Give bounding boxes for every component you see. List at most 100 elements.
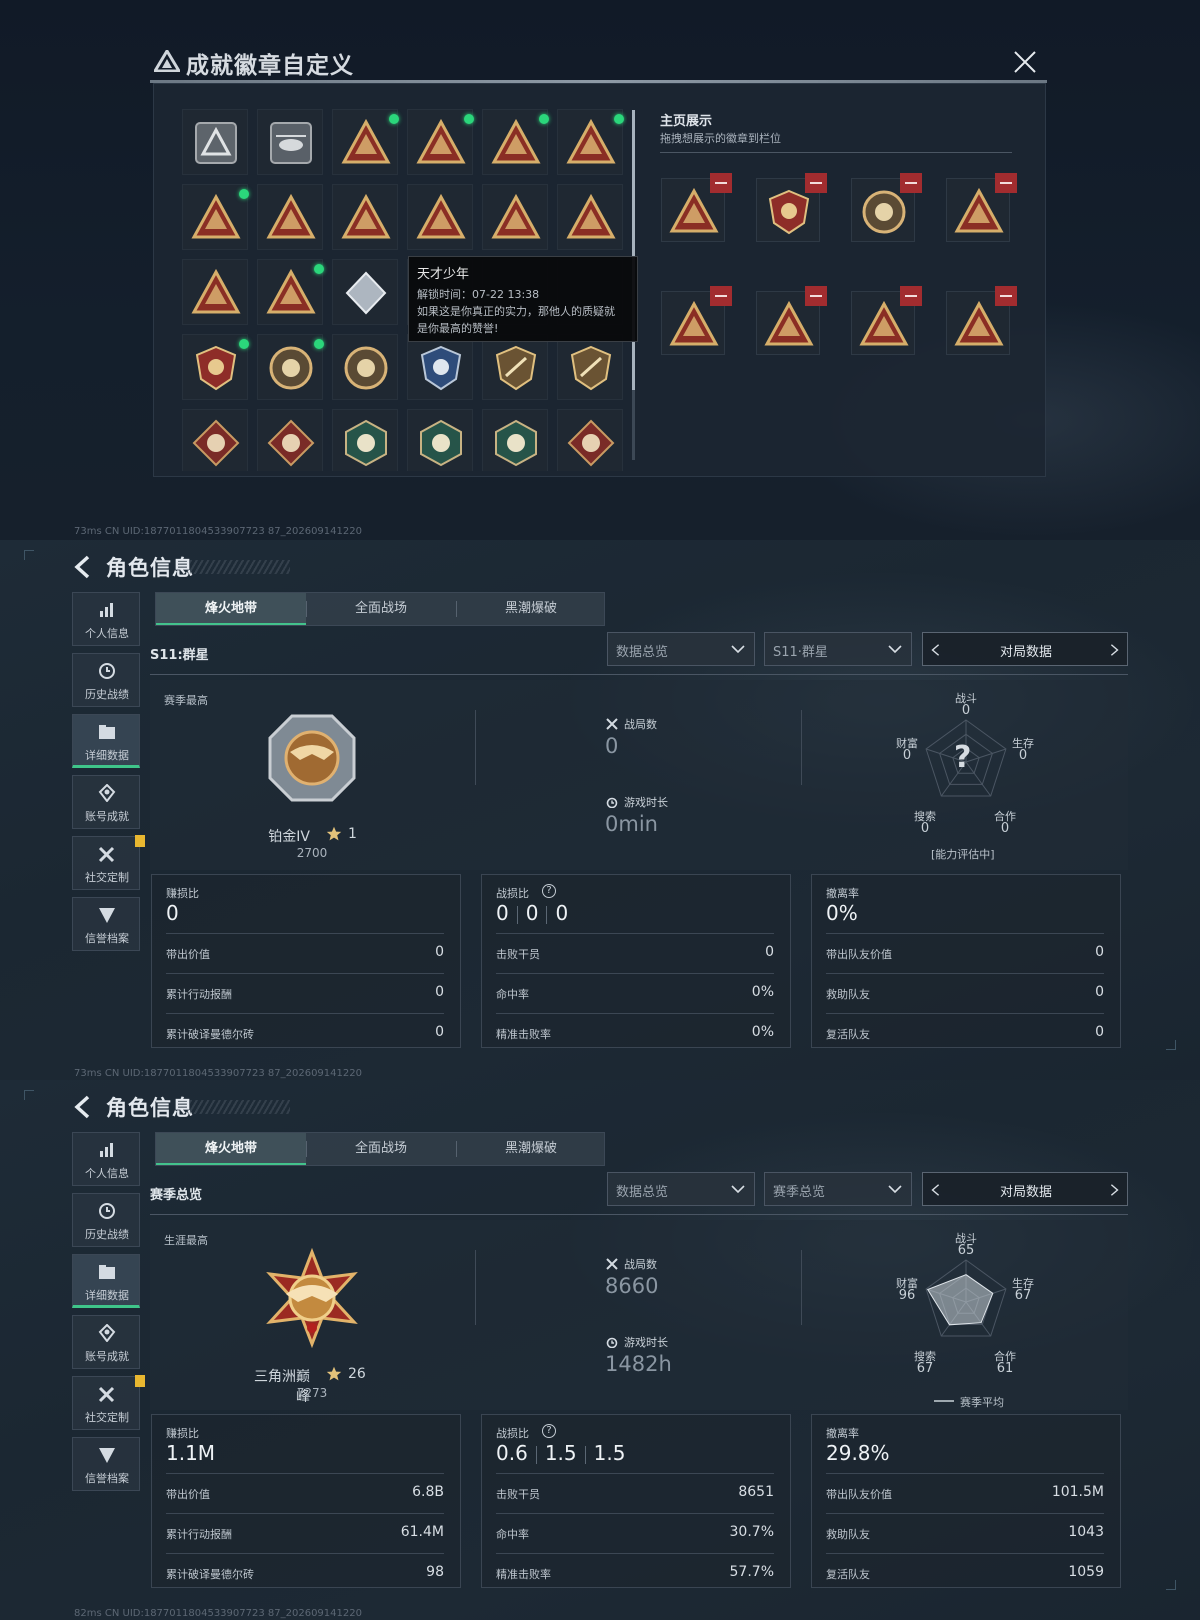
sidebar-item[interactable]: 个人信息 (72, 592, 140, 646)
medal-slot[interactable] (332, 259, 398, 325)
new-indicator-dot (239, 339, 249, 349)
medal-slot[interactable] (257, 409, 323, 471)
data-type-select[interactable]: 数据总览 (607, 632, 755, 666)
title-decoration (190, 560, 290, 574)
rank-name: 铂金IV (268, 829, 310, 845)
remove-medal-button[interactable] (805, 286, 827, 306)
remove-medal-button[interactable] (995, 286, 1017, 306)
medal-slot[interactable] (257, 259, 324, 325)
help-icon[interactable]: ? (542, 884, 556, 898)
season-select[interactable]: S11·群星 (764, 632, 912, 666)
rank-emblem-icon (266, 1248, 358, 1348)
chevron-left-icon[interactable] (929, 1181, 943, 1199)
medal-slot[interactable] (557, 109, 624, 175)
chevron-right-icon[interactable] (1107, 641, 1121, 659)
remove-medal-button[interactable] (900, 286, 922, 306)
mode-tab[interactable]: 全面战场 (306, 1133, 456, 1165)
data-type-select[interactable]: 数据总览 (607, 1172, 755, 1206)
medal-slot[interactable] (407, 409, 473, 471)
medal-icon (954, 187, 1004, 233)
chevron-right-icon[interactable] (1107, 1181, 1121, 1199)
medal-icon (491, 193, 541, 239)
showcase-slot[interactable] (756, 173, 827, 242)
medal-slot[interactable] (482, 409, 548, 471)
medal-slot[interactable] (407, 109, 474, 175)
showcase-slot[interactable] (851, 286, 922, 355)
medal-slot[interactable] (332, 334, 398, 400)
stat-card-title: 撤离率 (826, 1427, 859, 1440)
back-arrow-icon[interactable] (72, 1094, 92, 1120)
stat-row: 救助队友 0 (826, 973, 1104, 1011)
showcase-slot[interactable] (661, 173, 732, 242)
sidebar-item[interactable]: 信誉档案 (72, 897, 140, 951)
stat-row-label: 精准击败率 (496, 1568, 551, 1581)
sidebar-item[interactable]: 账号成就 (72, 1315, 140, 1369)
radar-axis-value: 0 (920, 821, 930, 836)
sidebar-item[interactable]: 信誉档案 (72, 1437, 140, 1491)
chevron-left-icon[interactable] (929, 641, 943, 659)
sidebar-item[interactable]: 社交定制 (72, 835, 145, 890)
sidebar-item[interactable]: 详细数据 (72, 714, 140, 768)
kd-value: 1.5 (593, 1441, 626, 1465)
sidebar-item[interactable]: 历史战绩 (72, 653, 140, 707)
showcase-slot[interactable] (661, 286, 732, 355)
grid-scrollbar-thumb[interactable] (632, 110, 635, 390)
chevron-down-icon (888, 1185, 902, 1194)
stat-row: 带出队友价值 0 (826, 933, 1104, 971)
remove-medal-button[interactable] (710, 286, 732, 306)
sidebar-item[interactable]: 详细数据 (72, 1254, 140, 1308)
mode-tabs: 烽火地带 全面战场 黑潮爆破 (155, 592, 605, 626)
showcase-slot[interactable] (946, 173, 1017, 242)
medal-slot[interactable] (182, 409, 248, 471)
medal-slot[interactable] (407, 334, 473, 400)
remove-medal-button[interactable] (710, 173, 732, 193)
sidebar-item[interactable]: 个人信息 (72, 1132, 140, 1186)
medal-slot[interactable] (482, 109, 549, 175)
medal-slot[interactable] (257, 334, 324, 400)
mode-tab[interactable]: 烽火地带 (156, 593, 306, 625)
showcase-slot[interactable] (851, 173, 922, 242)
sidebar-item[interactable]: 社交定制 (72, 1375, 145, 1430)
stat-row-value: 0 (435, 944, 444, 960)
modal-title: 成就徽章自定义 (186, 53, 354, 79)
stat-row: 击败干员 0 (496, 933, 774, 971)
medal-slot[interactable] (182, 184, 249, 250)
medal-slot[interactable] (257, 184, 323, 250)
sidebar-item[interactable]: 历史战绩 (72, 1193, 140, 1247)
mode-tab[interactable]: 烽火地带 (156, 1133, 306, 1165)
remove-medal-button[interactable] (805, 173, 827, 193)
mode-tab[interactable]: 全面战场 (306, 593, 456, 625)
medal-icon (192, 419, 240, 467)
medal-slot[interactable] (332, 184, 398, 250)
medal-slot[interactable] (182, 109, 248, 175)
mode-tab[interactable]: 黑潮爆破 (456, 593, 606, 625)
remove-medal-button[interactable] (900, 173, 922, 193)
showcase-slot[interactable] (946, 286, 1017, 355)
season-select[interactable]: 赛季总览 (764, 1172, 912, 1206)
medal-slot[interactable] (557, 184, 623, 250)
status-bar: 73ms CN UID:1877011804533907723 87_20260… (74, 526, 362, 537)
back-arrow-icon[interactable] (72, 554, 92, 580)
remove-medal-button[interactable] (995, 173, 1017, 193)
medal-slot[interactable] (557, 334, 623, 400)
sidebar-item-label: 社交定制 (85, 1411, 129, 1424)
stat-row-label: 击败干员 (496, 1488, 540, 1501)
medal-slot[interactable] (332, 409, 398, 471)
medal-slot[interactable] (482, 184, 548, 250)
medal-slot[interactable] (182, 334, 249, 400)
help-icon[interactable]: ? (542, 1424, 556, 1438)
sidebar-item[interactable]: 账号成就 (72, 775, 140, 829)
close-icon[interactable] (1013, 50, 1037, 74)
mode-tab[interactable]: 黑潮爆破 (456, 1133, 606, 1165)
kd-divider (584, 1445, 586, 1464)
stat-row: 累计破译曼德尔砖 98 (166, 1553, 444, 1591)
season-label: 赛季总览 (150, 1188, 203, 1203)
medal-slot[interactable] (482, 334, 548, 400)
medal-slot[interactable] (407, 184, 473, 250)
medal-slot[interactable] (332, 109, 399, 175)
folder-icon (99, 725, 115, 739)
showcase-slot[interactable] (756, 286, 827, 355)
medal-slot[interactable] (557, 409, 623, 471)
medal-slot[interactable] (257, 109, 323, 175)
medal-slot[interactable] (182, 259, 248, 325)
